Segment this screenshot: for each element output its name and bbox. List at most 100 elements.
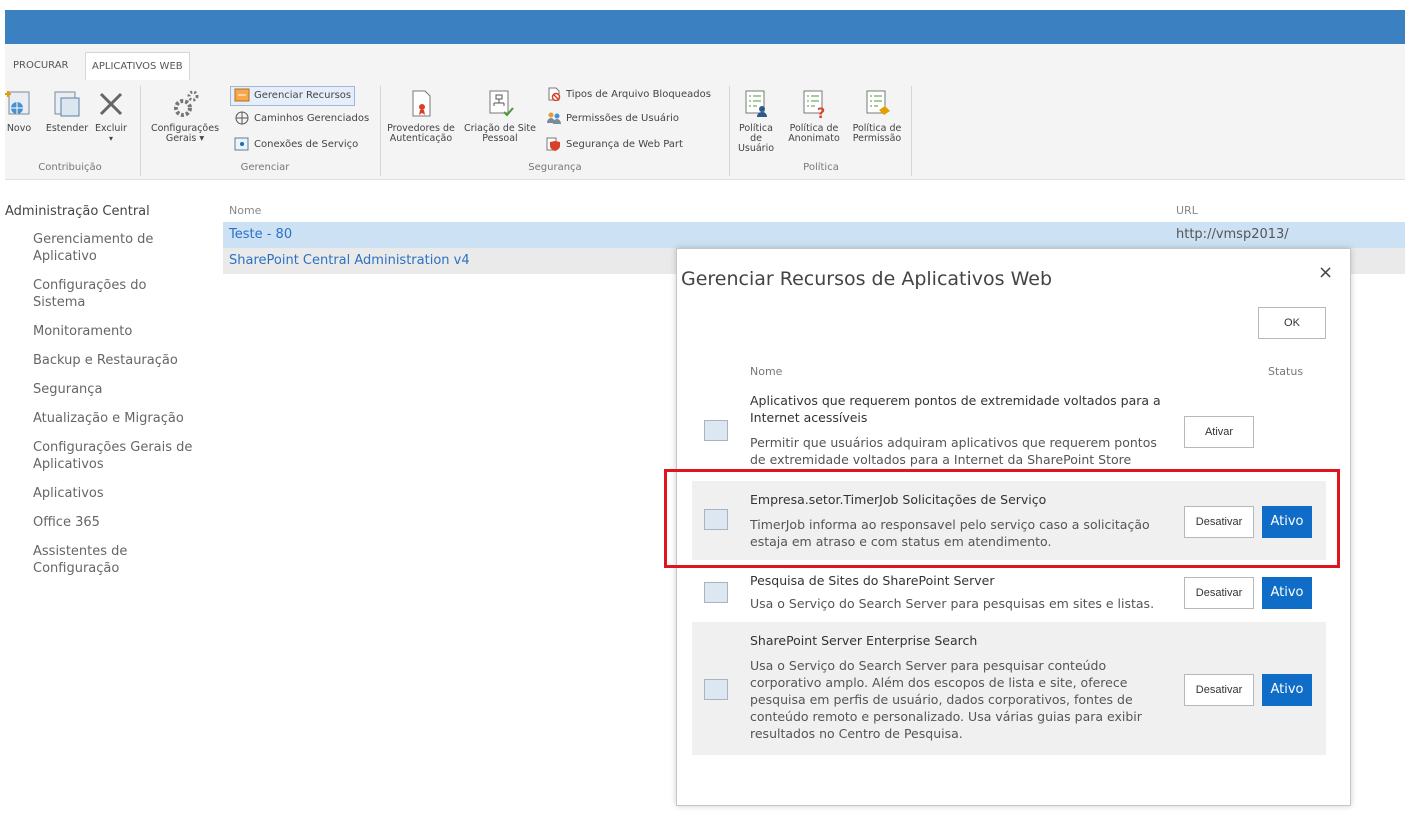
feature-name: SharePoint Server Enterprise Search	[750, 633, 978, 648]
tipos-label: Tipos de Arquivo Bloqueados	[566, 89, 711, 100]
politica-usuario-label-1: Política de	[739, 123, 773, 144]
feature-name: Pesquisa de Sites do SharePoint Server	[750, 573, 995, 588]
criacao-site-pessoal-button[interactable]: Criação de Site Pessoal	[459, 88, 541, 144]
estender-button[interactable]: Estender	[45, 88, 89, 134]
list-header: Nome URL	[223, 200, 1405, 222]
excluir-label: Excluir	[95, 123, 127, 134]
close-icon[interactable]: ×	[1318, 262, 1333, 283]
configuracoes-label-2: Gerais ▾	[165, 133, 205, 144]
gerenciar-recursos-button[interactable]: Gerenciar Recursos	[230, 86, 356, 106]
nav-item-backup-restauracao[interactable]: Backup e Restauração	[33, 352, 215, 369]
row-name-link[interactable]: SharePoint Central Administration v4	[229, 253, 470, 268]
delete-x-icon	[95, 88, 127, 120]
ribbon: Novo Estender Excluir ▾ Contribuição Con…	[5, 80, 1405, 180]
politica-anonimato-label-2: Anonimato	[788, 133, 840, 144]
tab-aplicativos-web[interactable]: APLICATIVOS WEB	[85, 52, 190, 81]
politica-usuario-button[interactable]: Política de Usuário	[733, 88, 779, 154]
caminhos-label: Caminhos Gerenciados	[254, 113, 370, 124]
gear-icon	[169, 88, 201, 120]
users-icon	[546, 111, 562, 125]
tipos-arquivo-bloqueados-button[interactable]: Tipos de Arquivo Bloqueados	[546, 86, 711, 104]
nav-item-office-365[interactable]: Office 365	[33, 514, 215, 531]
svg-text:?: ?	[817, 106, 825, 120]
site-hierarchy-icon	[484, 88, 516, 120]
row-name-link[interactable]: Teste - 80	[229, 227, 292, 242]
column-header-nome[interactable]: Nome	[229, 204, 261, 217]
column-header-url[interactable]: URL	[1176, 204, 1198, 217]
ribbon-tabs: PROCURAR APLICATIVOS WEB	[5, 44, 1405, 81]
nav-item-configuracoes-sistema[interactable]: Configurações do Sistema	[33, 277, 173, 311]
group-label-politica: Política	[803, 162, 839, 173]
feature-row: Pesquisa de Sites do SharePoint Server U…	[692, 570, 1326, 618]
puzzle-piece-icon	[704, 420, 728, 441]
desativar-button[interactable]: Desativar	[1184, 674, 1254, 706]
certificate-icon	[405, 88, 437, 120]
permissoes-label: Permissões de Usuário	[566, 113, 680, 124]
permission-policy-icon	[861, 88, 893, 120]
anonymous-policy-icon: ?	[798, 88, 830, 122]
group-label-gerenciar: Gerenciar	[240, 162, 290, 173]
conexoes-label: Conexões de Serviço	[254, 139, 359, 150]
service-connection-icon	[234, 137, 250, 151]
puzzle-piece-icon	[704, 679, 728, 700]
group-divider	[140, 86, 141, 176]
nav-item-atualizacao-migracao[interactable]: Atualização e Migração	[33, 410, 215, 427]
dialog-column-status: Status	[1268, 365, 1304, 378]
politica-permissao-button[interactable]: Política de Permissão	[849, 88, 905, 144]
novo-button[interactable]: Novo	[1, 88, 37, 134]
top-margin	[0, 0, 1405, 10]
table-row[interactable]: Teste - 80 http://vmsp2013/	[223, 222, 1405, 248]
row-url: http://vmsp2013/	[1176, 227, 1289, 242]
seguranca-webpart-label: Segurança de Web Part	[566, 139, 683, 150]
excluir-button[interactable]: Excluir ▾	[93, 88, 129, 144]
politica-permissao-label-2: Permissão	[852, 133, 902, 144]
desativar-button[interactable]: Desativar	[1184, 577, 1254, 609]
puzzle-piece-icon	[704, 582, 728, 603]
politica-usuario-label-2: Usuário	[737, 143, 775, 154]
provedores-autenticacao-button[interactable]: Provedores de Autenticação	[385, 88, 457, 144]
nav-heading-administracao-central[interactable]: Administração Central	[5, 204, 215, 219]
nav-item-monitoramento[interactable]: Monitoramento	[33, 323, 215, 340]
novo-label: Novo	[6, 123, 32, 134]
nav-item-configuracoes-gerais-aplicativos[interactable]: Configurações Gerais de Aplicativos	[33, 439, 193, 473]
caminhos-gerenciados-button[interactable]: Caminhos Gerenciados	[234, 110, 369, 128]
dialog-title: Gerenciar Recursos de Aplicativos Web	[681, 268, 1053, 290]
red-highlight-box	[664, 469, 1340, 568]
extend-icon	[51, 88, 83, 120]
group-divider	[729, 86, 730, 176]
ativar-button[interactable]: Ativar	[1184, 416, 1254, 448]
tab-procurar[interactable]: PROCURAR	[7, 52, 74, 80]
conexoes-servico-button[interactable]: Conexões de Serviço	[234, 136, 358, 154]
nav-item-gerenciamento-aplicativo[interactable]: Gerenciamento de Aplicativo	[33, 231, 183, 265]
permissoes-usuario-button[interactable]: Permissões de Usuário	[546, 110, 679, 128]
feature-description: Permitir que usuários adquiram aplicativ…	[750, 435, 1157, 467]
politica-anonimato-button[interactable]: ? Política de Anonimato	[786, 88, 842, 144]
nav-item-seguranca[interactable]: Segurança	[33, 381, 215, 398]
dialog-column-nome: Nome	[750, 365, 783, 378]
user-policy-icon	[740, 88, 772, 120]
nav-item-aplicativos[interactable]: Aplicativos	[33, 485, 215, 502]
nav-item-assistentes-configuracao[interactable]: Assistentes de Configuração	[33, 543, 163, 577]
gerenciar-recursos-label: Gerenciar Recursos	[254, 90, 352, 101]
status-badge-ativo: Ativo	[1262, 674, 1312, 706]
group-divider	[911, 86, 912, 176]
group-label-contribuicao: Contribuição	[38, 162, 102, 173]
estender-label: Estender	[45, 123, 89, 134]
feature-description: Usa o Serviço do Search Server para pesq…	[750, 596, 1155, 611]
group-divider	[380, 86, 381, 176]
feature-name: Aplicativos que requerem pontos de extre…	[750, 393, 1161, 425]
configuracoes-gerais-button[interactable]: Configurações Gerais ▾	[145, 88, 225, 144]
criacao-label-2: Pessoal	[482, 133, 518, 144]
feature-row: Aplicativos que requerem pontos de extre…	[692, 384, 1326, 470]
new-web-app-icon	[3, 88, 35, 120]
ok-button[interactable]: OK	[1258, 307, 1326, 339]
suite-bar	[5, 10, 1405, 44]
feature-description: Usa o Serviço do Search Server para pesq…	[750, 658, 1142, 741]
group-label-seguranca: Segurança	[528, 162, 582, 173]
blocked-file-icon	[546, 87, 562, 102]
seguranca-web-part-button[interactable]: Segurança de Web Part	[546, 136, 683, 154]
globe-icon	[234, 111, 250, 125]
feature-row: SharePoint Server Enterprise Search Usa …	[692, 622, 1326, 755]
provedores-label-2: Autenticação	[389, 133, 453, 144]
shield-icon	[546, 137, 562, 151]
